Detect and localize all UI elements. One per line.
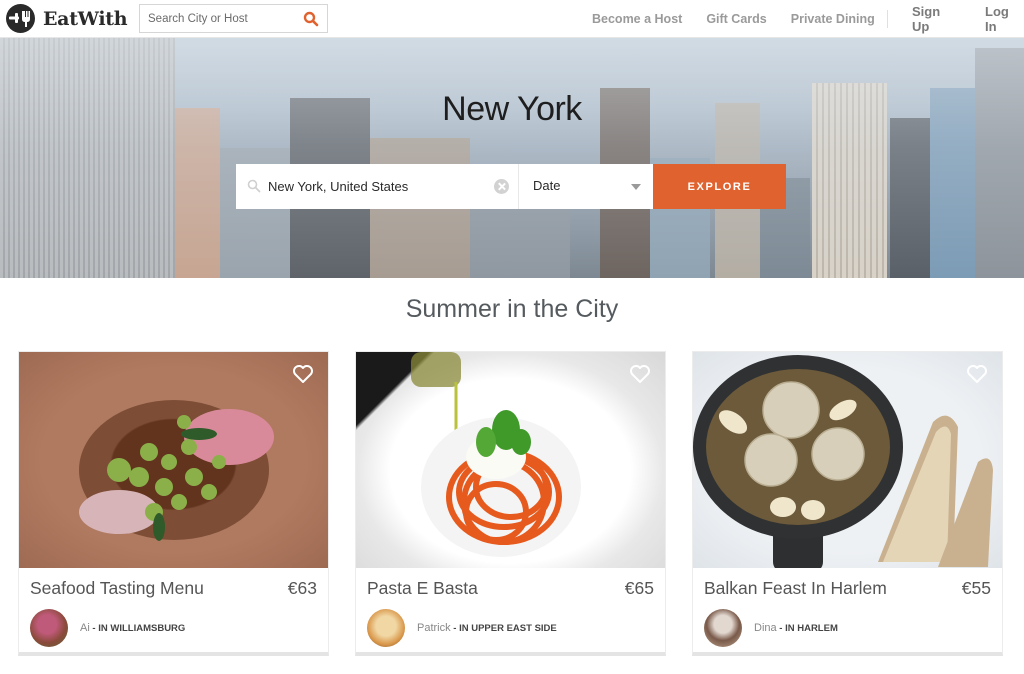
date-select[interactable]: Date: [519, 164, 653, 209]
host-avatar[interactable]: [367, 609, 405, 647]
experience-photo: [19, 352, 328, 568]
location-input[interactable]: [268, 164, 488, 209]
experience-card[interactable]: Pasta E Basta €65 Patrick - IN UPPER EAS…: [355, 351, 666, 656]
host-info: Patrick - IN UPPER EAST SIDE: [417, 622, 557, 634]
food-illustration: [411, 352, 581, 557]
host-name: Patrick: [417, 622, 451, 634]
heart-favorite-icon[interactable]: [966, 364, 988, 384]
top-nav-bar: EatWith Become a Host Gift Cards Private…: [0, 0, 1024, 38]
host-name: Ai: [80, 622, 90, 634]
hero-city-title: New York: [442, 90, 582, 128]
clear-icon[interactable]: [494, 179, 509, 194]
section-title: Summer in the City: [405, 295, 619, 323]
hero-banner: New York Date EXPLORE: [0, 38, 1024, 278]
fork-knife-logo-icon: [6, 4, 35, 33]
nav-links: Become a Host Gift Cards Private Dining: [568, 0, 875, 38]
host-avatar[interactable]: [30, 609, 68, 647]
experience-photo: [693, 352, 1002, 568]
host-location: IN WILLIAMSBURG: [98, 623, 186, 634]
heart-favorite-icon[interactable]: [292, 364, 314, 384]
auth-links: Sign Up Log In: [888, 0, 1024, 38]
eatwith-logo[interactable]: EatWith: [6, 4, 128, 33]
heart-favorite-icon[interactable]: [629, 364, 651, 384]
host-location: IN UPPER EAST SIDE: [459, 623, 557, 634]
food-illustration: [693, 355, 993, 568]
host-name: Dina: [754, 622, 777, 634]
log-in-link[interactable]: Log In: [985, 4, 1024, 34]
date-label: Date: [533, 178, 561, 193]
nav-become-a-host[interactable]: Become a Host: [592, 12, 682, 26]
nav-gift-cards[interactable]: Gift Cards: [706, 12, 766, 26]
city-host-search-input[interactable]: [140, 5, 300, 32]
host-info: Ai - IN WILLIAMSBURG: [80, 622, 186, 634]
hero-search-bar: Date EXPLORE: [236, 164, 786, 209]
experience-title: Balkan Feast In Harlem: [704, 578, 887, 598]
host-location: IN HARLEM: [785, 623, 838, 634]
experience-photo: [356, 352, 665, 568]
search-icon[interactable]: [303, 11, 319, 27]
brand-name: EatWith: [43, 7, 128, 30]
location-field: [236, 164, 519, 209]
header-search: [139, 4, 328, 33]
nav-private-dining[interactable]: Private Dining: [791, 12, 875, 26]
experience-card[interactable]: Seafood Tasting Menu €63 Ai - IN WILLIAM…: [18, 351, 329, 656]
experience-card[interactable]: Balkan Feast In Harlem €55 Dina - IN HAR…: [692, 351, 1003, 656]
search-icon: [247, 179, 261, 193]
experience-price: €55: [961, 578, 991, 598]
hero-haze-overlay: [0, 38, 1024, 278]
chevron-down-icon: [631, 184, 641, 190]
food-illustration: [79, 400, 274, 541]
experience-title: Pasta E Basta: [367, 578, 478, 598]
experience-title: Seafood Tasting Menu: [30, 578, 204, 598]
explore-button[interactable]: EXPLORE: [653, 164, 786, 209]
host-avatar[interactable]: [704, 609, 742, 647]
sign-up-link[interactable]: Sign Up: [912, 4, 961, 34]
host-info: Dina - IN HARLEM: [754, 622, 838, 634]
experience-price: €63: [287, 578, 317, 598]
experience-price: €65: [624, 578, 654, 598]
